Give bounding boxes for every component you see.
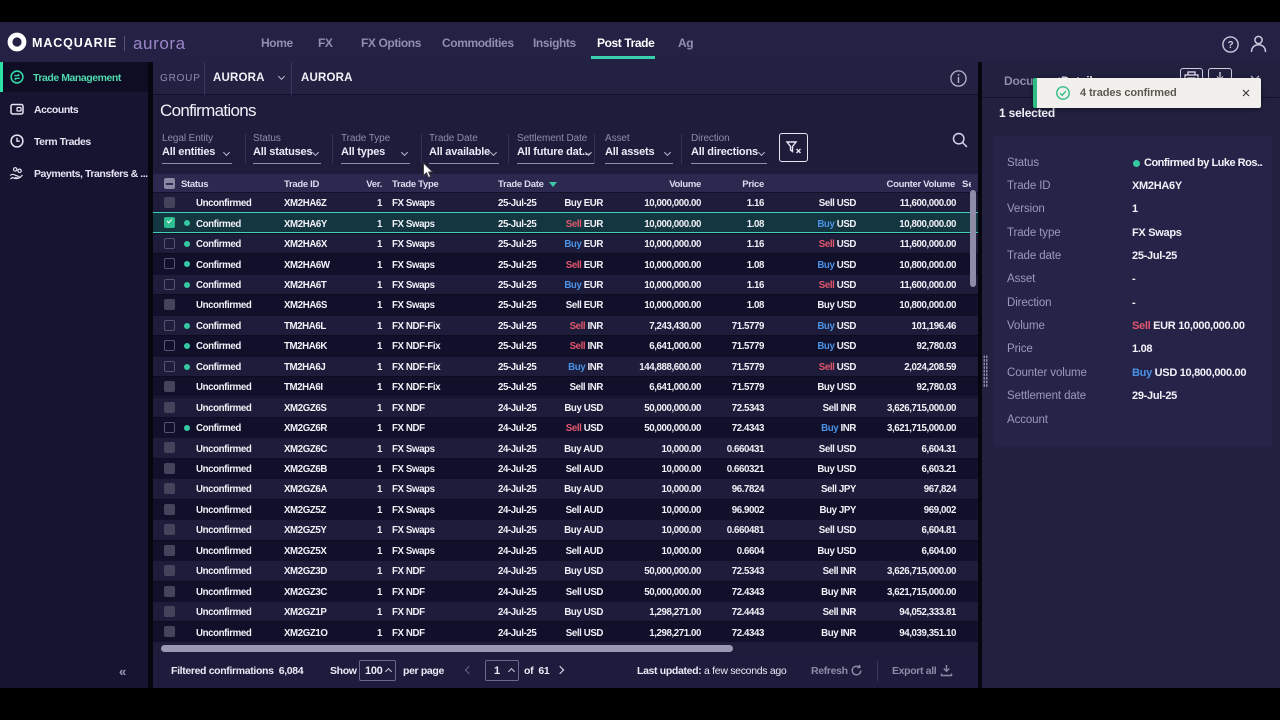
svg-text:?: ? (1227, 40, 1233, 51)
